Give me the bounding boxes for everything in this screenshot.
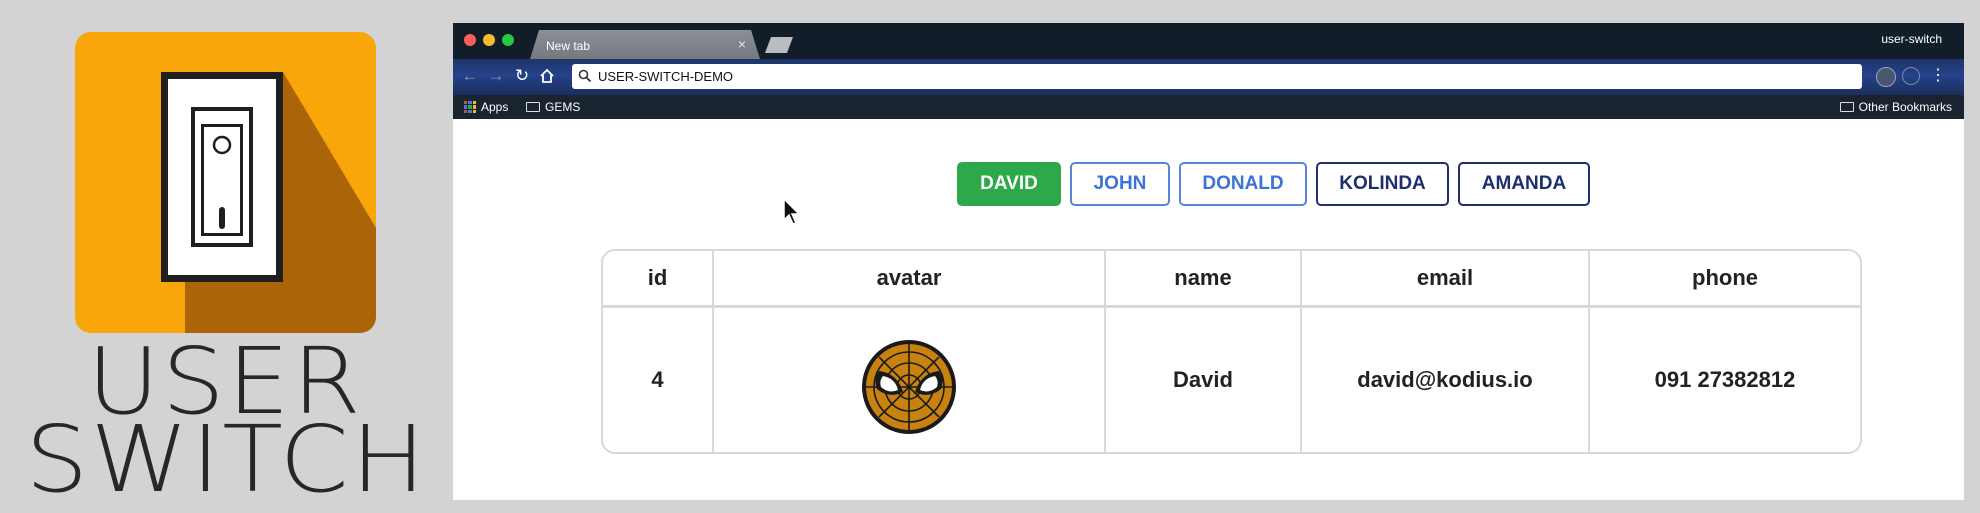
home-icon[interactable]	[536, 65, 558, 87]
page-content: DAVID JOHN DONALD KOLINDA AMANDA id avat…	[455, 119, 1962, 500]
cell-email: david@kodius.io	[1301, 306, 1590, 452]
minimize-window-button[interactable]	[483, 34, 495, 46]
title-bar: New tab × user-switch	[453, 23, 1964, 59]
cell-id: 4	[603, 306, 714, 452]
logo-line-switch: SWITCH	[25, 406, 428, 513]
table-header-row: id avatar name email phone	[603, 251, 1860, 308]
user-button-kolinda[interactable]: KOLINDA	[1316, 162, 1449, 206]
back-icon[interactable]: ←	[459, 65, 481, 87]
user-table: id avatar name email phone 4 David david…	[601, 249, 1862, 454]
new-tab-button[interactable]	[765, 37, 793, 53]
spiderman-avatar	[862, 340, 956, 434]
user-button-amanda[interactable]: AMANDA	[1458, 162, 1590, 206]
cell-avatar	[713, 306, 1106, 452]
column-header-id: id	[603, 251, 714, 308]
bookmark-other[interactable]: Other Bookmarks	[1839, 100, 1952, 114]
folder-icon	[526, 102, 540, 112]
table-row: 4 David david@kodius.io 091 27382812	[603, 306, 1860, 452]
folder-icon	[1839, 102, 1854, 112]
app-logo	[75, 32, 376, 333]
user-button-donald[interactable]: DONALD	[1179, 162, 1307, 206]
column-header-name: name	[1105, 251, 1302, 308]
extension-icon[interactable]	[1876, 67, 1896, 87]
close-window-button[interactable]	[464, 34, 476, 46]
user-button-john[interactable]: JOHN	[1070, 162, 1170, 206]
bookmark-gems-label: GEMS	[545, 100, 581, 114]
menu-icon[interactable]: ⋮	[1927, 65, 1949, 87]
profile-name[interactable]: user-switch	[1881, 32, 1942, 46]
bookmark-apps[interactable]: Apps	[464, 100, 508, 114]
cell-phone: 091 27382812	[1654, 367, 1796, 392]
mouse-cursor-icon	[783, 198, 801, 225]
user-button-david[interactable]: DAVID	[957, 162, 1061, 206]
search-icon	[578, 69, 592, 83]
address-text: USER-SWITCH-DEMO	[598, 69, 734, 84]
cell-name: David	[1105, 306, 1302, 452]
bookmark-other-label: Other Bookmarks	[1858, 100, 1952, 114]
logo-wordmark: USER SWITCH	[25, 336, 428, 513]
bookmark-gems[interactable]: GEMS	[526, 100, 580, 114]
address-bar[interactable]: USER-SWITCH-DEMO	[572, 64, 1862, 89]
forward-icon[interactable]: →	[485, 65, 507, 87]
column-header-email: email	[1301, 251, 1590, 308]
tab-close-icon[interactable]: ×	[738, 36, 746, 52]
apps-icon	[464, 101, 476, 113]
column-header-phone: phone	[1589, 251, 1860, 308]
light-switch-icon	[161, 72, 376, 333]
browser-window: New tab × user-switch ← → ↻ USER-SWITCH-…	[453, 23, 1964, 500]
column-header-avatar: avatar	[713, 251, 1106, 308]
tab-new-tab[interactable]: New tab ×	[530, 30, 760, 59]
bookmark-apps-label: Apps	[481, 100, 509, 114]
reload-icon[interactable]: ↻	[511, 65, 533, 87]
help-icon[interactable]	[1902, 67, 1920, 85]
toolbar: ← → ↻ USER-SWITCH-DEMO ⋮	[453, 59, 1964, 95]
maximize-window-button[interactable]	[502, 34, 514, 46]
bookmarks-bar: Apps GEMS Other Bookmarks	[453, 95, 1964, 119]
tab-title: New tab	[546, 39, 591, 53]
